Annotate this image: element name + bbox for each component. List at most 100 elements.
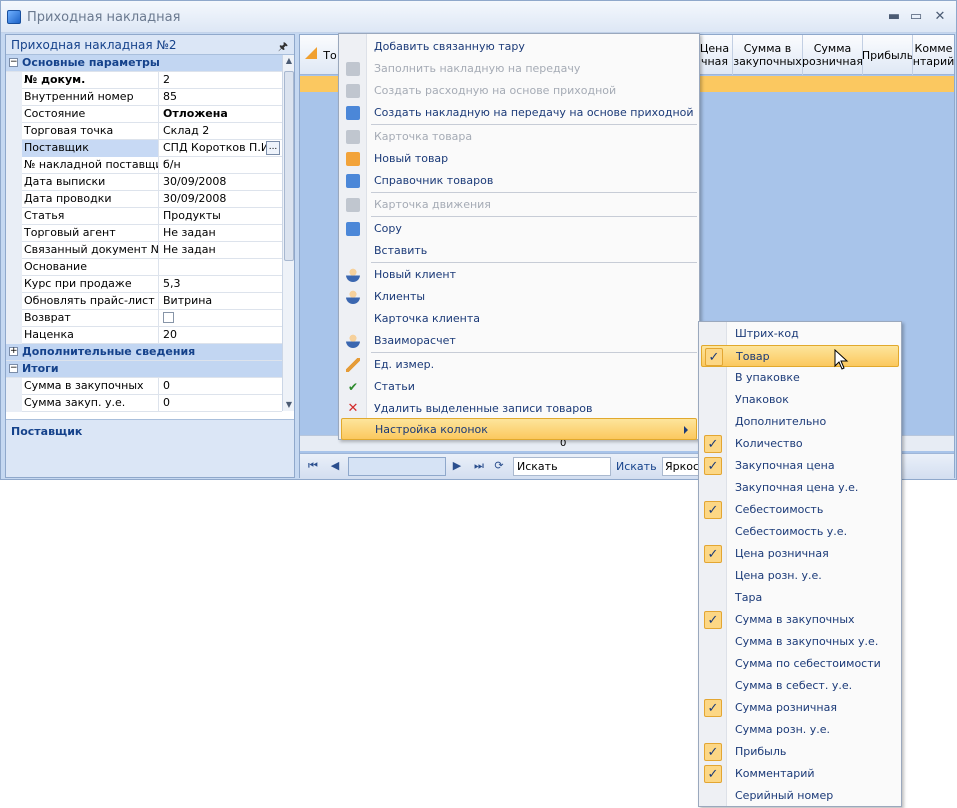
menu-item[interactable]: Взаиморасчет bbox=[341, 330, 697, 352]
menu-item[interactable]: ✔ Статьи bbox=[341, 376, 697, 398]
column-toggle-item[interactable]: Сумма в закупочных у.е. bbox=[701, 631, 899, 653]
property-value[interactable]: Склад 2 bbox=[160, 123, 282, 140]
property-row[interactable]: Дата проводки 30/09/2008 bbox=[6, 191, 282, 208]
property-value[interactable]: СПД Коротков П.И.... bbox=[160, 140, 282, 157]
menu-item[interactable]: Карточка клиента bbox=[341, 308, 697, 330]
column-toggle-item[interactable]: ✓ Сумма в закупочных bbox=[701, 609, 899, 631]
property-value[interactable]: 5,3 bbox=[160, 276, 282, 293]
column-toggle-item[interactable]: ✓ Количество bbox=[701, 433, 899, 455]
search-button[interactable]: Искать bbox=[616, 460, 657, 473]
property-row[interactable]: Состояние Отложена bbox=[6, 106, 282, 123]
property-value[interactable]: 30/09/2008 bbox=[160, 174, 282, 191]
property-row[interactable]: Основание bbox=[6, 259, 282, 276]
property-value[interactable] bbox=[160, 310, 282, 327]
ellipsis-button[interactable]: ... bbox=[266, 141, 280, 155]
property-row[interactable]: № докум. 2 bbox=[6, 72, 282, 89]
property-value[interactable]: 2 bbox=[160, 72, 282, 89]
column-toggle-item[interactable]: В упаковке bbox=[701, 367, 899, 389]
property-row[interactable]: Сумма закуп. у.е. 0 bbox=[6, 395, 282, 412]
last-record-icon[interactable]: ⏭ bbox=[472, 459, 486, 473]
category-main[interactable]: − Основные параметры bbox=[6, 55, 282, 72]
menu-item[interactable]: Новый товар bbox=[341, 148, 697, 170]
property-row[interactable]: Торговый агент Не задан bbox=[6, 225, 282, 242]
return-checkbox[interactable] bbox=[163, 311, 174, 323]
column-toggle-item[interactable]: Цена розн. у.е. bbox=[701, 565, 899, 587]
menu-item[interactable]: Клиенты bbox=[341, 286, 697, 308]
column-toggle-item[interactable]: ✓ Цена розничная bbox=[701, 543, 899, 565]
collapse-icon[interactable]: − bbox=[9, 58, 18, 67]
collapse-icon[interactable]: − bbox=[9, 364, 18, 373]
maximize-button[interactable]: ▭ bbox=[907, 8, 925, 26]
property-scrollbar[interactable]: ▲ ▼ bbox=[282, 55, 294, 411]
property-value[interactable]: Продукты bbox=[160, 208, 282, 225]
header-cell[interactable]: Сумма розничная bbox=[802, 35, 863, 75]
property-value[interactable]: 0 bbox=[160, 395, 282, 412]
scroll-down-icon[interactable]: ▼ bbox=[283, 399, 295, 411]
header-cell[interactable]: Цена чная bbox=[696, 35, 732, 75]
column-toggle-item[interactable]: ✓ Сумма розничная bbox=[701, 697, 899, 719]
column-toggle-item[interactable]: Сумма розн. у.е. bbox=[701, 719, 899, 741]
property-value[interactable]: 30/09/2008 bbox=[160, 191, 282, 208]
property-row[interactable]: Возврат bbox=[6, 310, 282, 327]
column-toggle-item[interactable]: Штрих-код bbox=[701, 323, 899, 345]
scroll-up-icon[interactable]: ▲ bbox=[283, 55, 295, 67]
column-toggle-item[interactable]: Упаковок bbox=[701, 389, 899, 411]
property-row[interactable]: Статья Продукты bbox=[6, 208, 282, 225]
property-value[interactable]: 85 bbox=[160, 89, 282, 106]
property-row[interactable]: Внутренний номер 85 bbox=[6, 89, 282, 106]
column-toggle-item[interactable]: ✓ Прибыль bbox=[701, 741, 899, 763]
property-row[interactable]: № накладной поставщика б/н bbox=[6, 157, 282, 174]
column-toggle-item[interactable]: Закупочная цена у.е. bbox=[701, 477, 899, 499]
column-toggle-item[interactable]: Себестоимость у.е. bbox=[701, 521, 899, 543]
property-value[interactable] bbox=[160, 259, 282, 276]
expand-icon[interactable]: + bbox=[9, 347, 18, 356]
column-toggle-item[interactable]: ✓ Закупочная цена bbox=[701, 455, 899, 477]
column-toggle-item[interactable]: Сумма по себестоимости bbox=[701, 653, 899, 675]
search-input[interactable]: Искать bbox=[513, 457, 611, 476]
property-value[interactable]: 20 bbox=[160, 327, 282, 344]
property-value[interactable]: Витрина bbox=[160, 293, 282, 310]
header-cell[interactable]: Комме нтарий bbox=[912, 35, 954, 75]
header-cell[interactable]: Сумма в закупочных bbox=[732, 35, 802, 75]
property-value[interactable]: 0 bbox=[160, 378, 282, 395]
category-totals[interactable]: − Итоги bbox=[6, 361, 282, 378]
prev-record-icon[interactable]: ◀ bbox=[328, 459, 342, 473]
menu-item[interactable]: Copy bbox=[341, 218, 697, 240]
header-cell[interactable]: То bbox=[320, 35, 340, 75]
close-button[interactable]: ✕ bbox=[931, 8, 949, 26]
property-row[interactable]: Связанный документ № Не задан bbox=[6, 242, 282, 259]
property-value[interactable]: Не задан bbox=[160, 225, 282, 242]
property-value[interactable]: б/н bbox=[160, 157, 282, 174]
record-input[interactable] bbox=[348, 457, 446, 476]
column-toggle-item[interactable]: Серийный номер bbox=[701, 785, 899, 807]
property-row[interactable]: Поставщик СПД Коротков П.И.... bbox=[6, 140, 282, 157]
property-value[interactable]: Не задан bbox=[160, 242, 282, 259]
property-row[interactable]: Торговая точка Склад 2 bbox=[6, 123, 282, 140]
brightness-field[interactable]: Яркост bbox=[662, 457, 702, 476]
next-record-icon[interactable]: ▶ bbox=[450, 459, 464, 473]
menu-item[interactable]: Настройка колонок bbox=[341, 418, 697, 440]
menu-item[interactable]: Вставить bbox=[341, 240, 697, 262]
property-row[interactable]: Дата выписки 30/09/2008 bbox=[6, 174, 282, 191]
category-extra[interactable]: + Дополнительные сведения bbox=[6, 344, 282, 361]
menu-item[interactable]: Добавить связанную тару bbox=[341, 36, 697, 58]
menu-item[interactable]: ✕ Удалить выделенные записи товаров bbox=[341, 398, 697, 420]
property-value[interactable]: Отложена bbox=[160, 106, 282, 123]
scroll-thumb[interactable] bbox=[284, 71, 294, 261]
column-toggle-item[interactable]: ✓ Товар bbox=[701, 345, 899, 367]
menu-item[interactable]: Создать накладную на передачу на основе … bbox=[341, 102, 697, 124]
property-row[interactable]: Наценка 20 bbox=[6, 327, 282, 344]
column-toggle-item[interactable]: ✓ Комментарий bbox=[701, 763, 899, 785]
refresh-icon[interactable]: ⟳ bbox=[492, 459, 506, 473]
menu-item[interactable]: Справочник товаров bbox=[341, 170, 697, 192]
property-row[interactable]: Обновлять прайс-лист Витрина bbox=[6, 293, 282, 310]
column-toggle-item[interactable]: ✓ Себестоимость bbox=[701, 499, 899, 521]
grid-corner-icon[interactable] bbox=[305, 47, 317, 59]
minimize-button[interactable]: ▬ bbox=[885, 8, 903, 26]
column-toggle-item[interactable]: Сумма в себест. у.е. bbox=[701, 675, 899, 697]
first-record-icon[interactable]: ⏮ bbox=[306, 459, 320, 473]
column-toggle-item[interactable]: Тара bbox=[701, 587, 899, 609]
property-row[interactable]: Сумма в закупочных 0 bbox=[6, 378, 282, 395]
header-cell[interactable]: Прибыль bbox=[862, 35, 913, 75]
menu-item[interactable]: Новый клиент bbox=[341, 264, 697, 286]
